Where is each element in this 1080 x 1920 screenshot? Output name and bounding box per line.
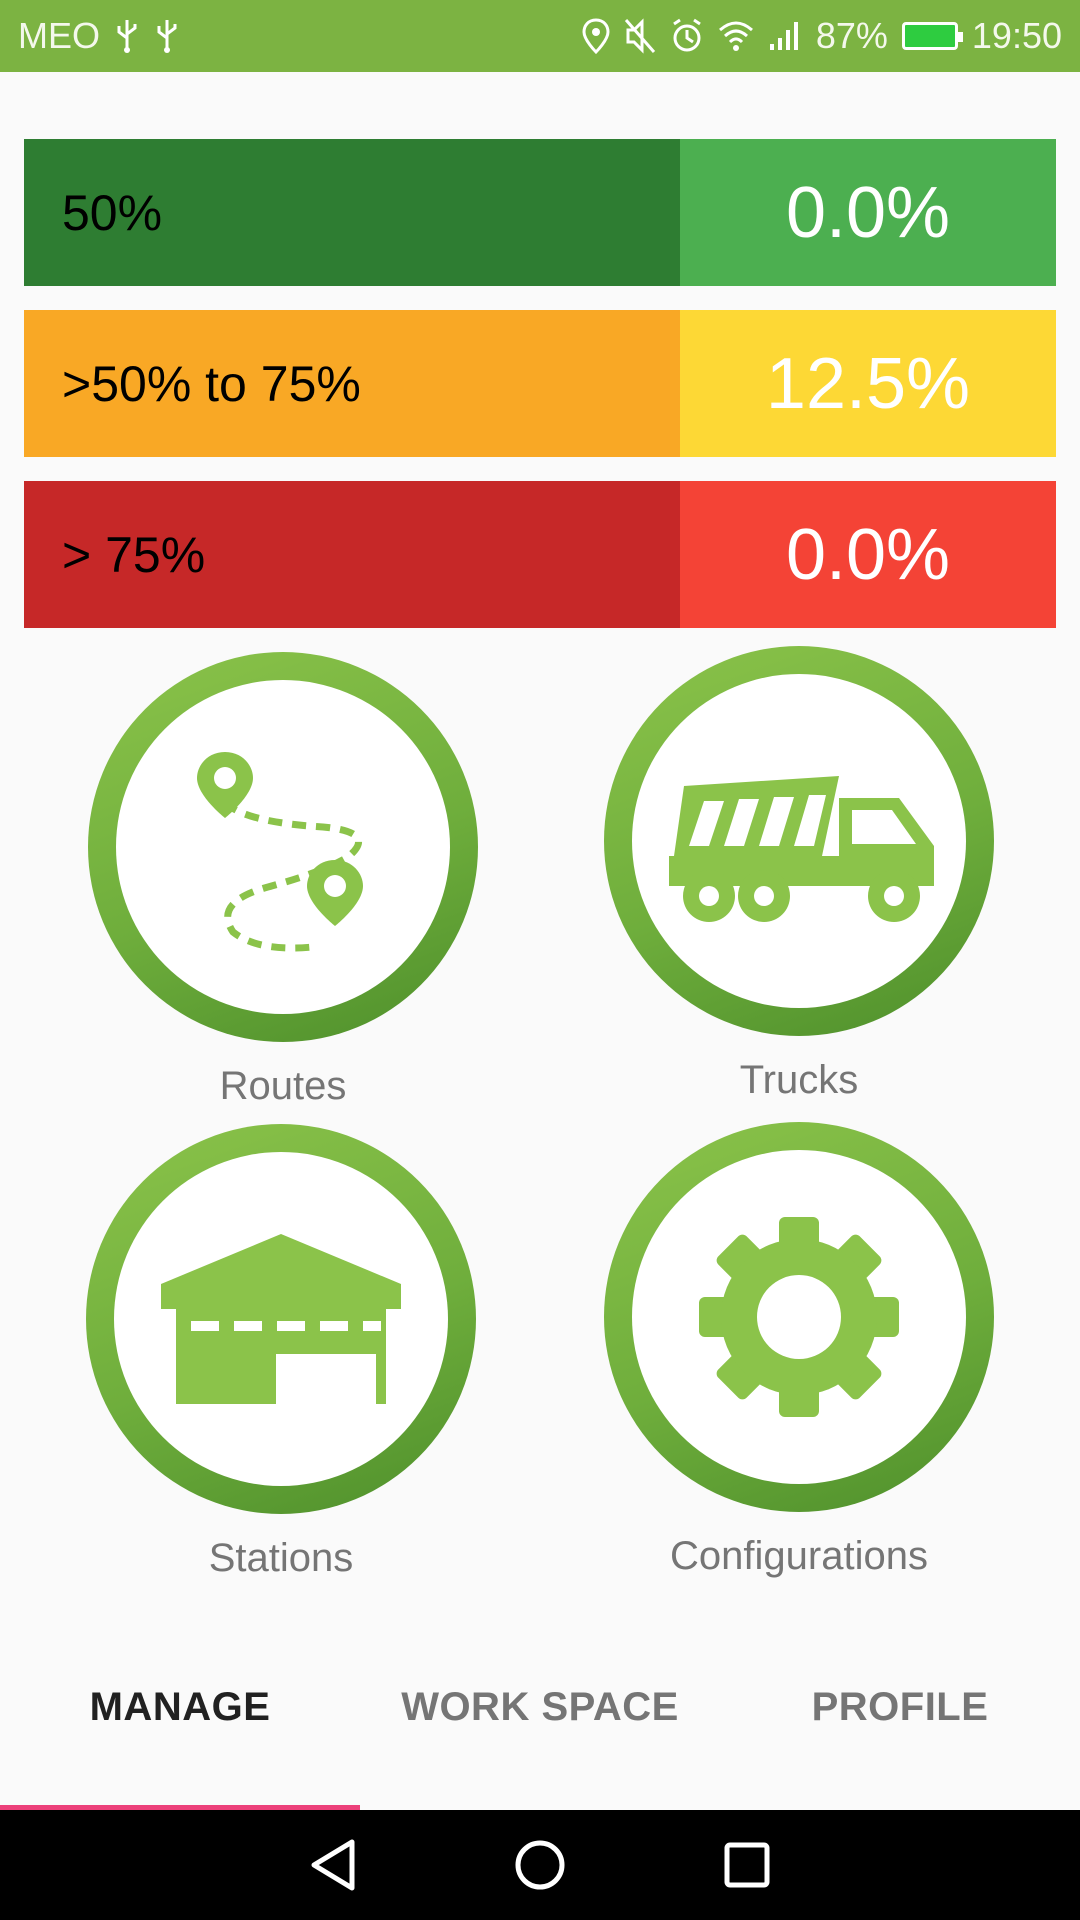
menu-item-routes[interactable]: Routes: [88, 652, 478, 1109]
clock: 19:50: [971, 15, 1062, 56]
level-value: 0.0%: [680, 481, 1056, 628]
level-value: 0.0%: [680, 139, 1056, 286]
back-button[interactable]: [298, 1830, 368, 1900]
usb-icon: [114, 18, 140, 54]
menu-item-label: Trucks: [739, 1058, 859, 1102]
location-icon: [582, 18, 610, 54]
menu-item-label: Stations: [208, 1536, 354, 1580]
battery-percent: 87%: [815, 15, 888, 56]
gear-icon: [699, 1217, 899, 1417]
system-navigation-bar: [0, 1810, 1080, 1920]
level-value: 12.5%: [680, 310, 1056, 457]
fill-level-summary: 50% 0.0% >50% to 75% 12.5% > 75% 0.0%: [24, 139, 1056, 652]
alarm-icon: [670, 18, 704, 54]
home-circle-icon: [515, 1840, 565, 1890]
mute-icon: [624, 18, 656, 54]
tab-work-space[interactable]: WORK SPACE: [360, 1685, 720, 1730]
back-triangle-icon: [311, 1839, 355, 1891]
carrier-label: MEO: [18, 15, 101, 56]
tab-manage[interactable]: MANAGE: [0, 1685, 360, 1730]
wifi-icon: [718, 20, 754, 52]
recents-square-icon: [724, 1842, 770, 1888]
status-bar: MEO 87% 19:50: [0, 0, 1080, 72]
usb-icon: [154, 18, 180, 54]
bottom-tab-bar: MANAGE WORK SPACE PROFILE: [0, 1645, 1080, 1811]
level-label: >50% to 75%: [24, 310, 680, 457]
menu-item-configurations[interactable]: Configurations: [604, 1122, 994, 1579]
route-map-icon: [197, 752, 363, 952]
recents-button[interactable]: [712, 1830, 782, 1900]
level-row-high: > 75% 0.0%: [24, 481, 1056, 628]
menu-item-label: Configurations: [670, 1534, 928, 1578]
menu-item-label: Routes: [219, 1064, 347, 1108]
signal-icon: [768, 20, 802, 52]
menu-item-stations[interactable]: Stations: [86, 1124, 476, 1581]
warehouse-icon: [161, 1234, 401, 1404]
tab-profile[interactable]: PROFILE: [720, 1685, 1080, 1730]
level-row-low: 50% 0.0%: [24, 139, 1056, 286]
content-area: 50% 0.0% >50% to 75% 12.5% > 75% 0.0% Ro…: [0, 72, 1080, 1810]
home-button[interactable]: [505, 1830, 575, 1900]
menu-item-trucks[interactable]: Trucks: [604, 646, 994, 1103]
battery-charging-icon: [901, 22, 963, 50]
level-row-medium: >50% to 75% 12.5%: [24, 310, 1056, 457]
level-label: > 75%: [24, 481, 680, 628]
level-label: 50%: [24, 139, 680, 286]
dump-truck-icon: [669, 776, 934, 922]
